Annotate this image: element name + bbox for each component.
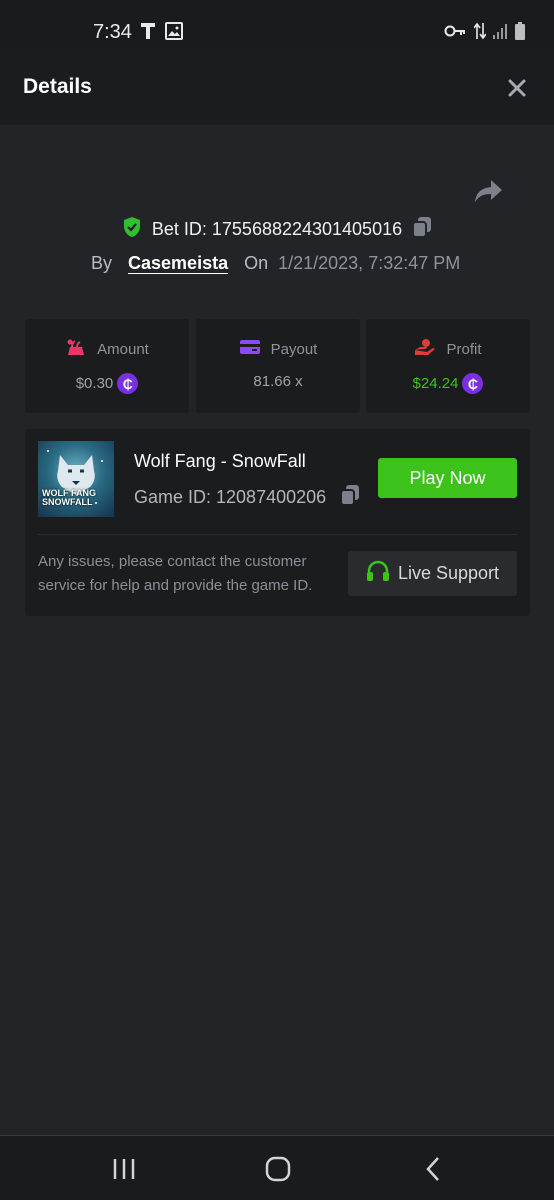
on-label: On <box>244 252 269 273</box>
back-icon[interactable] <box>424 1156 442 1182</box>
username-link[interactable]: Casemeista <box>128 253 228 274</box>
status-time: 7:34 <box>93 21 132 43</box>
bet-meta-row: By Casemeista On 1/21/2023, 7:32:47 PM <box>91 250 460 276</box>
details-header: Details <box>0 50 554 125</box>
live-support-button[interactable]: Live Support <box>348 551 517 596</box>
home-icon[interactable] <box>265 1156 291 1182</box>
system-nav-bar <box>0 1135 554 1200</box>
close-icon[interactable] <box>504 75 530 101</box>
profit-value: $24.24 <box>412 375 459 392</box>
share-icon[interactable] <box>474 177 504 205</box>
game-id: Game ID: 12087400206 <box>134 487 327 507</box>
payout-value: 81.66 x <box>253 373 303 390</box>
bet-id: Bet ID: 1755688224301405016 <box>151 218 403 239</box>
key-icon <box>444 24 466 43</box>
bet-id-row: Bet ID: 1755688224301405016 <box>0 214 554 244</box>
game-id-row: Game ID: 12087400206 <box>134 484 360 511</box>
battery-icon <box>514 22 526 45</box>
amount-value: $0.30 <box>75 375 114 392</box>
amount-label: Amount <box>97 340 149 358</box>
divider <box>38 534 517 535</box>
game-thumbnail[interactable]: WOLF FANG SNOWFALL <box>38 441 114 517</box>
t-icon <box>140 22 156 45</box>
profit-label: Profit <box>446 340 482 358</box>
play-now-button[interactable]: Play Now <box>378 458 517 498</box>
shield-check-icon <box>122 216 142 243</box>
image-icon <box>165 22 183 45</box>
page-title: Details <box>23 75 92 98</box>
payout-card: Payout 81.66 x <box>196 319 360 413</box>
data-arrows-icon <box>473 22 487 45</box>
coin-icon: ₵ <box>462 373 484 394</box>
game-title: Wolf Fang - SnowFall <box>134 451 306 471</box>
game-thumb-text: WOLF FANG SNOWFALL <box>42 488 96 507</box>
copy-game-id-icon[interactable] <box>340 484 360 511</box>
status-bar: 7:34 <box>0 0 554 50</box>
profit-card: Profit $24.24 ₵ <box>366 319 530 413</box>
signal-icon <box>492 22 510 45</box>
copy-bet-id-icon[interactable] <box>412 216 432 243</box>
coin-icon: ₵ <box>117 373 139 394</box>
payout-label: Payout <box>270 340 318 358</box>
profit-hand-icon <box>414 338 436 360</box>
amount-icon <box>65 338 87 360</box>
bet-date: 1/21/2023, 7:32:47 PM <box>278 252 461 273</box>
amount-card: Amount $0.30 ₵ <box>25 319 189 413</box>
wallet-icon <box>239 338 261 360</box>
by-label: By <box>91 252 113 273</box>
game-card: WOLF FANG SNOWFALL Wolf Fang - SnowFall … <box>25 429 530 616</box>
headphones-icon <box>366 560 390 587</box>
live-support-label: Live Support <box>397 563 500 583</box>
support-message: Any issues, please contact the customer … <box>38 553 313 594</box>
recent-apps-icon[interactable] <box>112 1156 136 1182</box>
